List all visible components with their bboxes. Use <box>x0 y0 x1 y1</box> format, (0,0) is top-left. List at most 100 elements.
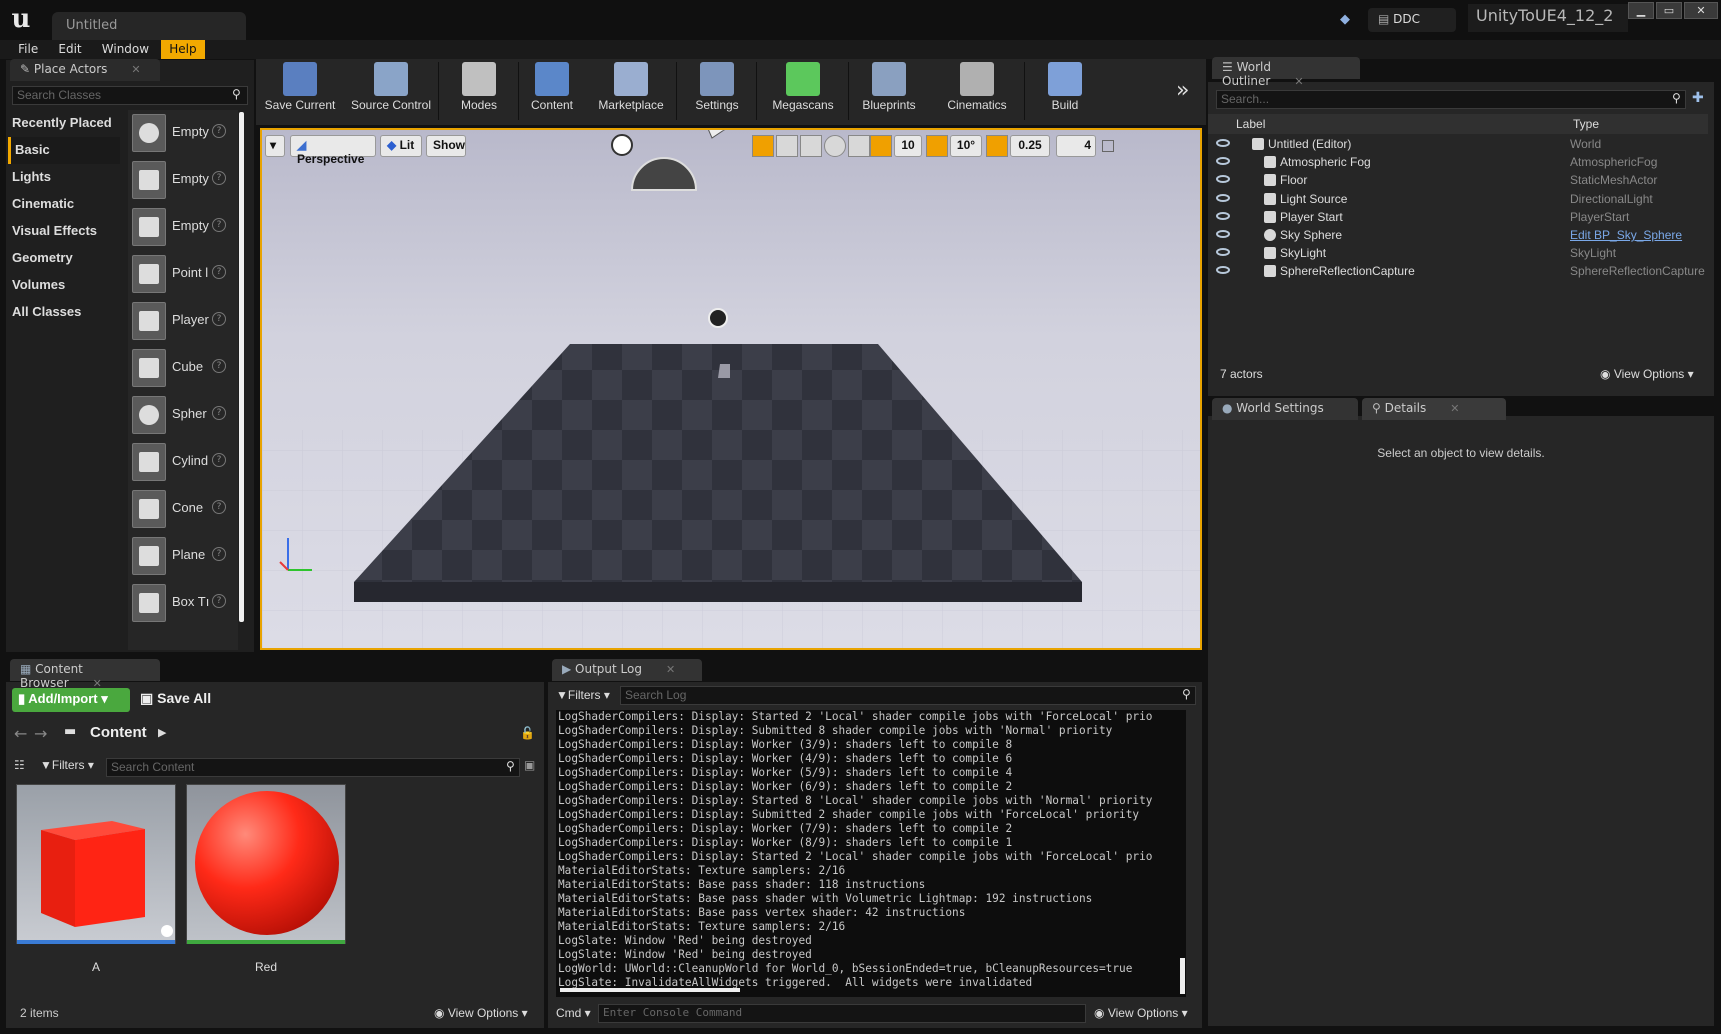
outliner-row[interactable]: Atmospheric Fog AtmosphericFog <box>1210 154 1700 172</box>
visibility-eye-icon[interactable] <box>1216 211 1230 220</box>
toolbar-button[interactable]: Save Current <box>260 62 340 120</box>
tab-world-outliner[interactable]: ☰ World Outliner ✕ <box>1212 57 1360 88</box>
world-local-icon[interactable] <box>824 135 846 157</box>
tab-content-browser[interactable]: ▦ Content Browser ✕ <box>10 659 160 690</box>
add-import-button[interactable]: ▮ Add/Import ▾ <box>12 688 130 712</box>
category-visual-effects[interactable]: Visual Effects <box>8 218 120 245</box>
close-icon[interactable]: ✕ <box>131 63 140 76</box>
add-filter-icon[interactable]: ✚ <box>1692 90 1704 106</box>
close-button[interactable]: ✕ <box>1684 2 1718 19</box>
unreal-logo-icon[interactable]: u <box>6 4 36 34</box>
toolbar-button[interactable]: Content <box>522 62 582 120</box>
category-recently-placed[interactable]: Recently Placed <box>8 110 120 137</box>
toolbar-button[interactable]: Build <box>1028 62 1102 120</box>
outliner-row[interactable]: Untitled (Editor) World <box>1210 136 1700 154</box>
lit-button[interactable]: ◆ Lit <box>380 135 422 157</box>
document-tab[interactable]: Untitled <box>52 12 246 40</box>
category-geometry[interactable]: Geometry <box>8 245 120 272</box>
grid-snap-icon[interactable] <box>870 135 892 157</box>
save-all-button[interactable]: ▣ Save All <box>140 690 211 707</box>
forward-arrow-icon[interactable]: → <box>34 724 47 743</box>
visibility-eye-icon[interactable] <box>1216 230 1230 238</box>
cmd-selector[interactable]: Cmd ▾ <box>556 1006 591 1020</box>
menu-edit[interactable]: Edit <box>50 40 89 59</box>
sources-toggle-icon[interactable]: ☷ <box>14 758 25 772</box>
outliner-row[interactable]: SkyLight SkyLight <box>1210 245 1700 263</box>
label-column-header[interactable]: Label <box>1236 117 1265 131</box>
maximize-button[interactable]: ▭ <box>1656 2 1682 19</box>
help-icon[interactable]: ? <box>212 500 226 514</box>
place-actor-item[interactable]: Point l? <box>128 251 230 297</box>
help-icon[interactable]: ? <box>212 218 226 232</box>
outliner-row[interactable]: Sky Sphere Edit BP_Sky_Sphere <box>1210 227 1700 245</box>
scale-snap-icon[interactable] <box>986 135 1008 157</box>
help-icon[interactable]: ? <box>212 453 226 467</box>
help-icon[interactable]: ? <box>212 406 226 420</box>
outliner-row-type[interactable]: Edit BP_Sky_Sphere <box>1570 228 1682 242</box>
close-icon[interactable]: ✕ <box>1294 75 1303 88</box>
minimize-button[interactable]: ▁ <box>1628 2 1654 19</box>
filters-button[interactable]: ▼Filters ▾ <box>40 758 94 772</box>
place-actor-item[interactable]: Empty? <box>128 157 230 203</box>
outliner-row[interactable]: Floor StaticMeshActor <box>1210 172 1700 190</box>
asset-red-thumbnail[interactable] <box>186 784 346 944</box>
category-lights[interactable]: Lights <box>8 164 120 191</box>
log-horizontal-scrollbar[interactable] <box>560 988 740 992</box>
place-actor-item[interactable]: Cube? <box>128 345 230 391</box>
path-content[interactable]: Content <box>90 724 147 741</box>
toolbar-button[interactable]: Blueprints <box>852 62 926 120</box>
save-search-icon[interactable]: ▣ <box>524 758 535 772</box>
place-actor-item[interactable]: Empty? <box>128 204 230 250</box>
place-actor-item[interactable]: Empty? <box>128 110 230 156</box>
log-filters-button[interactable]: ▼Filters ▾ <box>556 688 610 702</box>
outliner-row[interactable]: Player Start PlayerStart <box>1210 209 1700 227</box>
rotation-snap-value[interactable]: 10° <box>950 135 982 157</box>
place-actor-item[interactable]: Cylind? <box>128 439 230 485</box>
learn-icon[interactable]: ◆ <box>1340 12 1356 27</box>
place-actor-item[interactable]: Box Tı? <box>128 580 230 626</box>
scale-snap-value[interactable]: 0.25 <box>1010 135 1050 157</box>
log-view-options[interactable]: ◉ View Options ▾ <box>1094 1006 1188 1020</box>
menu-help[interactable]: Help <box>161 40 205 59</box>
place-actor-item[interactable]: Spher? <box>128 392 230 438</box>
place-actors-scrollbar[interactable] <box>239 112 244 622</box>
visibility-eye-icon[interactable] <box>1216 157 1230 166</box>
camera-speed-button[interactable]: 4 <box>1056 135 1096 157</box>
content-view-options[interactable]: ◉ View Options ▾ <box>434 1006 528 1020</box>
log-search-input[interactable]: Search Log <box>620 686 1196 705</box>
help-icon[interactable]: ? <box>212 265 226 279</box>
surface-snap-icon[interactable] <box>848 135 870 157</box>
rotation-snap-icon[interactable] <box>926 135 948 157</box>
log-vertical-scrollbar[interactable] <box>1180 958 1185 994</box>
rotate-tool-icon[interactable] <box>776 135 798 157</box>
place-actor-item[interactable]: Player? <box>128 298 230 344</box>
help-icon[interactable]: ? <box>212 312 226 326</box>
tab-world-settings[interactable]: ● World Settings <box>1212 398 1358 420</box>
show-button[interactable]: Show <box>426 135 466 157</box>
category-all-classes[interactable]: All Classes <box>8 299 120 326</box>
toolbar-button[interactable]: Settings <box>680 62 754 120</box>
search-classes-input[interactable]: Search Classes <box>12 86 248 105</box>
place-actor-item[interactable]: Plane? <box>128 533 230 579</box>
perspective-button[interactable]: ◢ Perspective <box>290 135 376 166</box>
content-search-input[interactable]: Search Content <box>106 758 520 777</box>
scale-tool-icon[interactable] <box>800 135 822 157</box>
lock-icon[interactable]: 🔓 <box>520 726 535 740</box>
help-icon[interactable]: ? <box>212 171 226 185</box>
menu-window[interactable]: Window <box>94 40 157 59</box>
category-cinematic[interactable]: Cinematic <box>8 191 120 218</box>
visibility-eye-icon[interactable] <box>1216 248 1230 257</box>
toolbar-button[interactable]: Megascans <box>760 62 846 120</box>
translate-tool-icon[interactable] <box>752 135 774 157</box>
outliner-view-options[interactable]: ◉ View Options ▾ <box>1600 367 1694 381</box>
console-command-input[interactable]: Enter Console Command <box>598 1004 1086 1023</box>
help-icon[interactable]: ? <box>212 547 226 561</box>
asset-a-thumbnail[interactable] <box>16 784 176 944</box>
close-icon[interactable]: ✕ <box>1450 402 1459 415</box>
visibility-eye-icon[interactable] <box>1216 193 1230 202</box>
tab-output-log[interactable]: ▶ Output Log ✕ <box>552 659 702 681</box>
help-icon[interactable]: ? <box>212 124 226 138</box>
help-icon[interactable]: ? <box>212 359 226 373</box>
viewport-options-button[interactable]: ▾ <box>265 135 285 157</box>
back-arrow-icon[interactable]: ← <box>14 724 27 743</box>
